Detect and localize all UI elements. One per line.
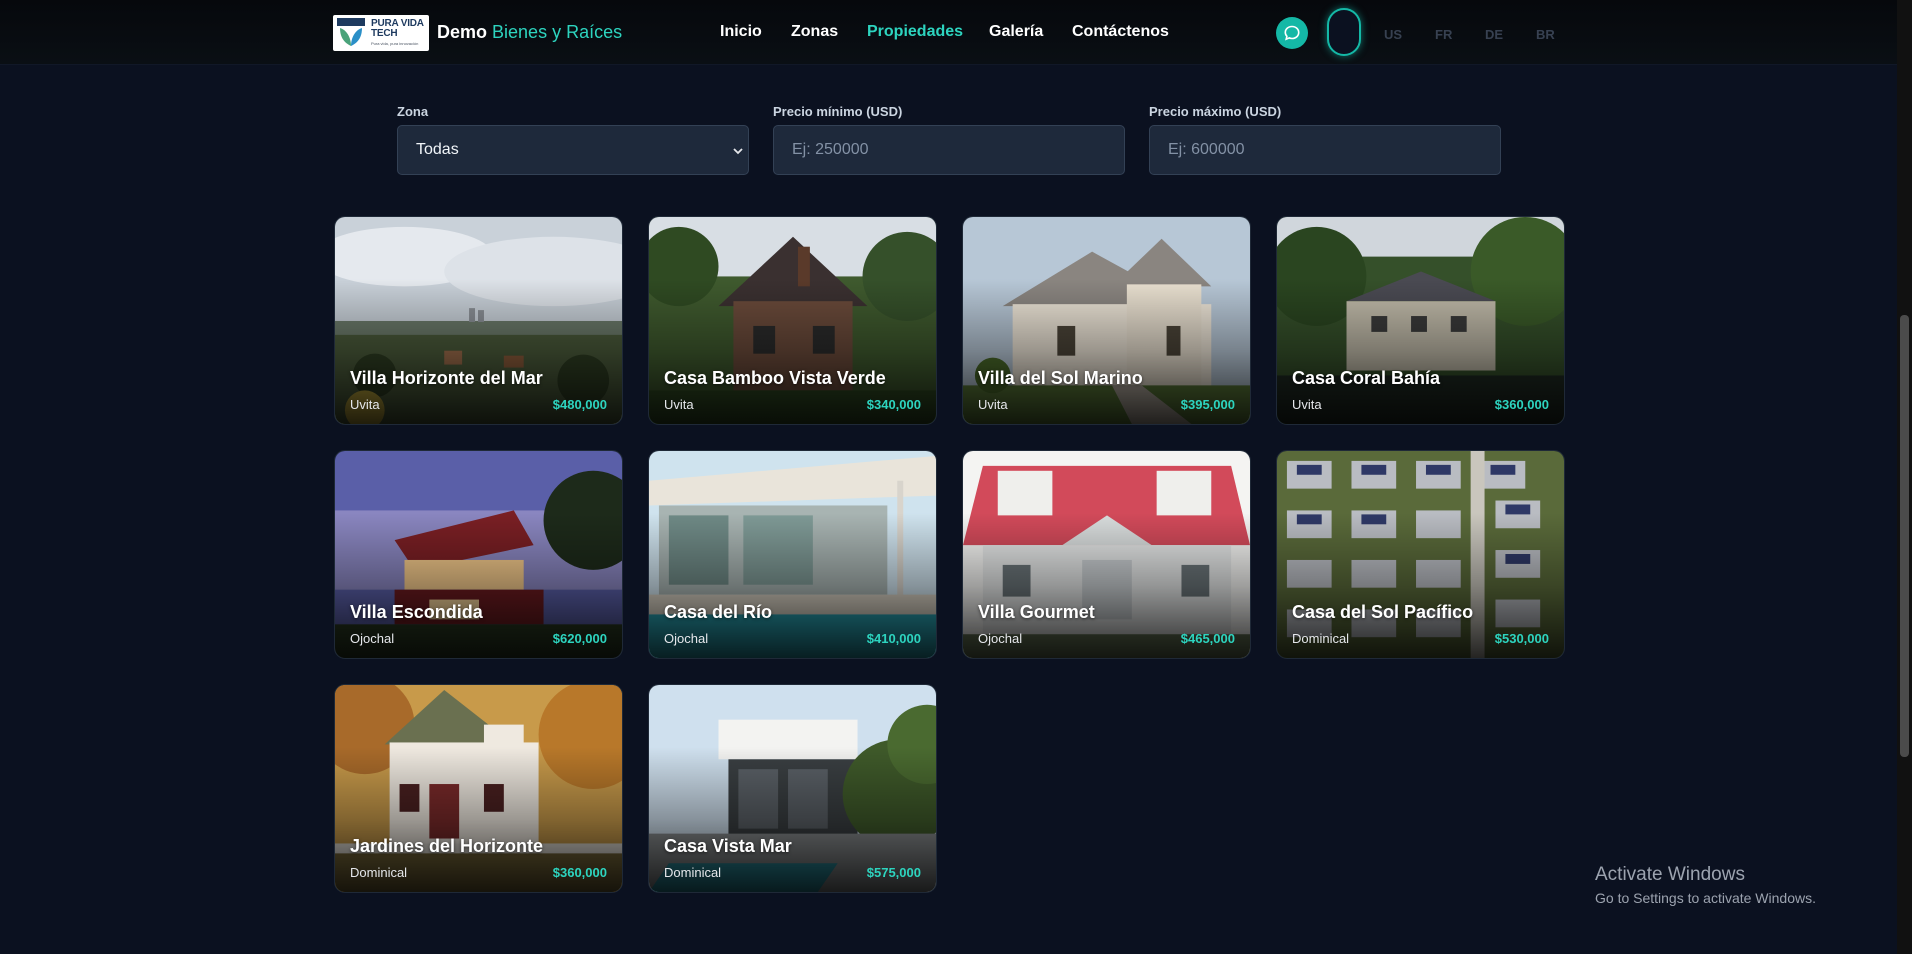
min-price-field-wrap (773, 125, 1125, 175)
property-card[interactable]: Casa Bamboo Vista Verde Uvita $340,000 (648, 216, 937, 425)
lang-br[interactable]: BR (1536, 27, 1555, 42)
property-title: Villa Escondida (350, 602, 483, 622)
chat-button[interactable] (1276, 17, 1308, 49)
max-price-label: Precio máximo (USD) (1149, 104, 1282, 119)
property-price: $575,000 (866, 865, 921, 880)
min-price-input[interactable] (792, 141, 1124, 159)
property-title: Casa Coral Bahía (1292, 368, 1441, 388)
property-zone: Uvita (664, 397, 694, 412)
zone-select-value: Todas (416, 141, 459, 158)
property-title: Casa Bamboo Vista Verde (664, 368, 886, 388)
lang-us[interactable]: US (1384, 27, 1402, 42)
property-price: $620,000 (552, 631, 607, 646)
property-price: $340,000 (866, 397, 921, 412)
property-title: Casa Vista Mar (664, 836, 792, 856)
max-price-input[interactable] (1168, 141, 1500, 159)
nav-galeria[interactable]: Galería (989, 23, 1043, 41)
nav-inicio[interactable]: Inicio (720, 23, 762, 41)
property-card[interactable]: Casa Vista Mar Dominical $575,000 (648, 684, 937, 893)
property-zone: Uvita (350, 397, 380, 412)
property-price: $465,000 (1180, 631, 1235, 646)
property-card[interactable]: Casa del Río Ojochal $410,000 (648, 450, 937, 659)
property-card[interactable]: Villa Gourmet Ojochal $465,000 (962, 450, 1251, 659)
min-price-label: Precio mínimo (USD) (773, 104, 903, 119)
nav-zonas[interactable]: Zonas (791, 23, 838, 41)
chevron-down-icon (733, 148, 743, 155)
scrollbar-thumb[interactable] (1900, 315, 1909, 757)
property-card[interactable]: Casa del Sol Pacífico Dominical $530,000 (1276, 450, 1565, 659)
lang-fr[interactable]: FR (1435, 27, 1452, 42)
property-price: $530,000 (1494, 631, 1549, 646)
property-price: $410,000 (866, 631, 921, 646)
zone-filter-label: Zona (397, 104, 429, 119)
property-title: Villa Gourmet (978, 602, 1095, 622)
main-nav: Inicio Zonas Propiedades Galería Contáct… (0, 23, 1897, 43)
property-zone: Uvita (978, 397, 1008, 412)
property-card[interactable]: Villa Horizonte del Mar Uvita $480,000 (334, 216, 623, 425)
top-navbar: PURA VIDA TECH Pura vida, pura innovació… (0, 0, 1897, 65)
property-price: $360,000 (1494, 397, 1549, 412)
property-card[interactable]: Jardines del Horizonte Dominical $360,00… (334, 684, 623, 893)
chat-bubble-icon (1284, 25, 1300, 41)
property-title: Casa del Sol Pacífico (1292, 602, 1474, 622)
activation-watermark-title: Activate Windows (1595, 864, 1745, 885)
property-zone: Dominical (1292, 631, 1350, 646)
lang-de[interactable]: DE (1485, 27, 1503, 42)
property-title: Villa Horizonte del Mar (350, 368, 543, 388)
nav-propiedades[interactable]: Propiedades (867, 23, 963, 41)
property-price: $480,000 (552, 397, 607, 412)
page: PURA VIDA TECH Pura vida, pura innovació… (0, 0, 1912, 954)
activation-watermark-subtitle: Go to Settings to activate Windows. (1595, 890, 1816, 906)
property-title: Casa del Río (664, 602, 773, 622)
property-card[interactable]: Villa Escondida Ojochal $620,000 (334, 450, 623, 659)
property-card[interactable]: Casa Coral Bahía Uvita $360,000 (1276, 216, 1565, 425)
zone-select[interactable]: Todas (397, 125, 749, 175)
max-price-field-wrap (1149, 125, 1501, 175)
property-price: $360,000 (552, 865, 607, 880)
property-zone: Ojochal (978, 631, 1023, 646)
property-card[interactable]: Villa del Sol Marino Uvita $395,000 (962, 216, 1251, 425)
property-price: $395,000 (1180, 397, 1235, 412)
property-title: Villa del Sol Marino (978, 368, 1143, 388)
property-zone: Ojochal (350, 631, 395, 646)
property-zone: Ojochal (664, 631, 709, 646)
property-zone: Dominical (664, 865, 722, 880)
property-zone: Dominical (350, 865, 408, 880)
theme-toggle[interactable] (1327, 8, 1361, 56)
nav-contactenos[interactable]: Contáctenos (1072, 23, 1169, 41)
property-title: Jardines del Horizonte (350, 836, 544, 856)
property-zone: Uvita (1292, 397, 1322, 412)
